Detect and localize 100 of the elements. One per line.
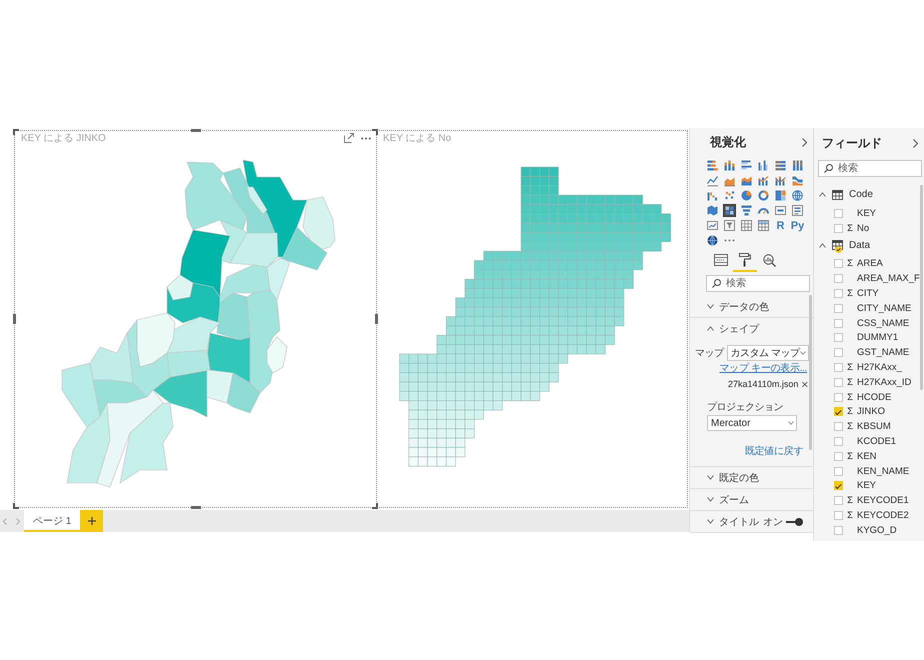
section-header[interactable]: データの色: [707, 300, 803, 314]
resize-handle[interactable]: [372, 129, 378, 135]
format-tab[interactable]: [733, 250, 757, 272]
map-key-link[interactable]: マップ キーの表示...: [719, 361, 807, 375]
scatter-chart-icon[interactable]: [723, 189, 736, 202]
stacked-area-chart-icon[interactable]: [740, 174, 753, 187]
add-page-button[interactable]: [80, 510, 104, 532]
field-name[interactable]: CITY: [857, 288, 879, 300]
section-header[interactable]: シェイプ: [707, 322, 803, 336]
toggle-switch[interactable]: [786, 518, 803, 526]
checkbox[interactable]: [834, 392, 843, 402]
focus-mode-icon[interactable]: [344, 133, 354, 143]
checkbox[interactable]: [834, 224, 843, 233]
field-name[interactable]: AREA_MAX_F: [857, 273, 920, 284]
donut-chart-icon[interactable]: [757, 189, 770, 202]
checkbox[interactable]: [834, 452, 843, 461]
filled-map-icon[interactable]: [706, 204, 719, 217]
reset-default-link[interactable]: 既定値に戻す: [744, 444, 803, 458]
section-header[interactable]: ズーム: [707, 492, 803, 506]
checkbox[interactable]: [834, 318, 843, 328]
scrollbar-thumb[interactable]: [920, 185, 923, 390]
field-name[interactable]: KBSUM: [857, 421, 891, 432]
search-field[interactable]: 検索: [706, 275, 810, 292]
section-header[interactable]: 既定の色: [707, 470, 803, 484]
chevron-up-icon[interactable]: [819, 242, 826, 248]
resize-handle[interactable]: [190, 506, 200, 509]
line-stacked-column-chart-icon[interactable]: [774, 174, 787, 187]
resize-handle[interactable]: [375, 314, 378, 324]
field-name[interactable]: KEYCODE1: [857, 495, 909, 506]
checkbox[interactable]: [834, 422, 843, 432]
globe-icon[interactable]: [706, 234, 719, 247]
clustered-bar-chart-icon[interactable]: [740, 159, 753, 172]
close-icon[interactable]: [802, 380, 808, 388]
field-name[interactable]: GST_NAME: [857, 347, 910, 358]
pie-chart-icon[interactable]: [740, 189, 753, 202]
checkbox[interactable]: [834, 378, 843, 387]
checkbox[interactable]: [834, 481, 843, 490]
checkbox[interactable]: [834, 208, 843, 218]
field-name[interactable]: KEYCODE2: [857, 510, 909, 522]
field-name[interactable]: CSS_NAME: [857, 318, 910, 329]
field-name[interactable]: KEY: [857, 208, 876, 219]
field-name[interactable]: KEN: [857, 450, 877, 462]
field-name[interactable]: CITY_NAME: [857, 302, 912, 314]
percent-bar-chart-icon[interactable]: [774, 159, 787, 172]
checkbox[interactable]: [834, 289, 843, 298]
search-field[interactable]: 検索: [818, 160, 922, 177]
field-name[interactable]: JINKO: [857, 406, 885, 418]
field-name[interactable]: KYGO_D: [857, 524, 897, 536]
script-visual-item[interactable]: Py: [790, 220, 806, 232]
checkbox[interactable]: [834, 407, 843, 416]
field-name[interactable]: HCODE: [857, 392, 892, 403]
resize-handle[interactable]: [190, 129, 200, 132]
chevron-right-icon[interactable]: [913, 138, 918, 148]
stacked-bar-chart-icon[interactable]: [706, 159, 719, 172]
line-chart-icon[interactable]: [706, 174, 719, 187]
line-column-chart-icon[interactable]: [757, 174, 770, 187]
chevron-up-icon[interactable]: [819, 192, 826, 197]
resize-handle[interactable]: [13, 129, 19, 135]
checkbox[interactable]: [834, 333, 843, 342]
checkbox[interactable]: [834, 437, 843, 446]
field-name[interactable]: KCODE1: [857, 436, 896, 448]
checkbox[interactable]: [834, 259, 843, 268]
script-visual-item[interactable]: R: [776, 220, 786, 232]
card-icon[interactable]: [774, 204, 787, 217]
percent-column-chart-icon[interactable]: [791, 159, 804, 172]
checkbox[interactable]: [834, 274, 843, 284]
projection-dropdown[interactable]: Mercator: [707, 415, 797, 431]
shape-map-icon[interactable]: [723, 204, 736, 217]
multi-row-card-icon[interactable]: [791, 204, 804, 217]
field-name[interactable]: AREA: [857, 258, 883, 270]
table-name[interactable]: Code: [849, 189, 873, 200]
checkbox[interactable]: [834, 363, 843, 372]
checkbox[interactable]: [834, 511, 843, 520]
field-name[interactable]: H27KAxx_ID: [857, 376, 912, 388]
map-type-dropdown[interactable]: カスタム マップ: [726, 345, 808, 361]
section-header[interactable]: タイトル: [707, 514, 763, 528]
more-options-icon[interactable]: [361, 136, 371, 140]
checkbox[interactable]: [834, 466, 843, 476]
field-name[interactable]: No: [857, 222, 870, 234]
checkbox[interactable]: [834, 526, 843, 535]
matrix-visual-icon[interactable]: [757, 219, 770, 232]
field-name[interactable]: KEN_NAME: [857, 466, 910, 477]
treemap-icon[interactable]: [774, 189, 787, 202]
field-name[interactable]: DUMMY1: [857, 332, 898, 344]
checkbox[interactable]: [834, 348, 843, 358]
ribbon-chart-icon[interactable]: [791, 174, 804, 187]
slicer-icon[interactable]: [723, 219, 736, 232]
table-visual-icon[interactable]: [740, 219, 753, 232]
clustered-column-chart-icon[interactable]: [757, 159, 770, 172]
funnel-chart-icon[interactable]: [740, 204, 753, 217]
chevron-right-icon[interactable]: [802, 138, 807, 146]
kpi-icon[interactable]: [706, 219, 719, 232]
table-name[interactable]: Data: [849, 240, 870, 251]
field-name[interactable]: H27KAxx_: [857, 362, 902, 374]
resize-handle[interactable]: [13, 314, 16, 324]
stacked-column-chart-icon[interactable]: [723, 159, 736, 172]
globe-icon[interactable]: [791, 189, 804, 202]
checkbox[interactable]: [834, 496, 843, 506]
checkbox[interactable]: [834, 304, 843, 313]
page-tab[interactable]: ページ 1: [24, 510, 80, 532]
